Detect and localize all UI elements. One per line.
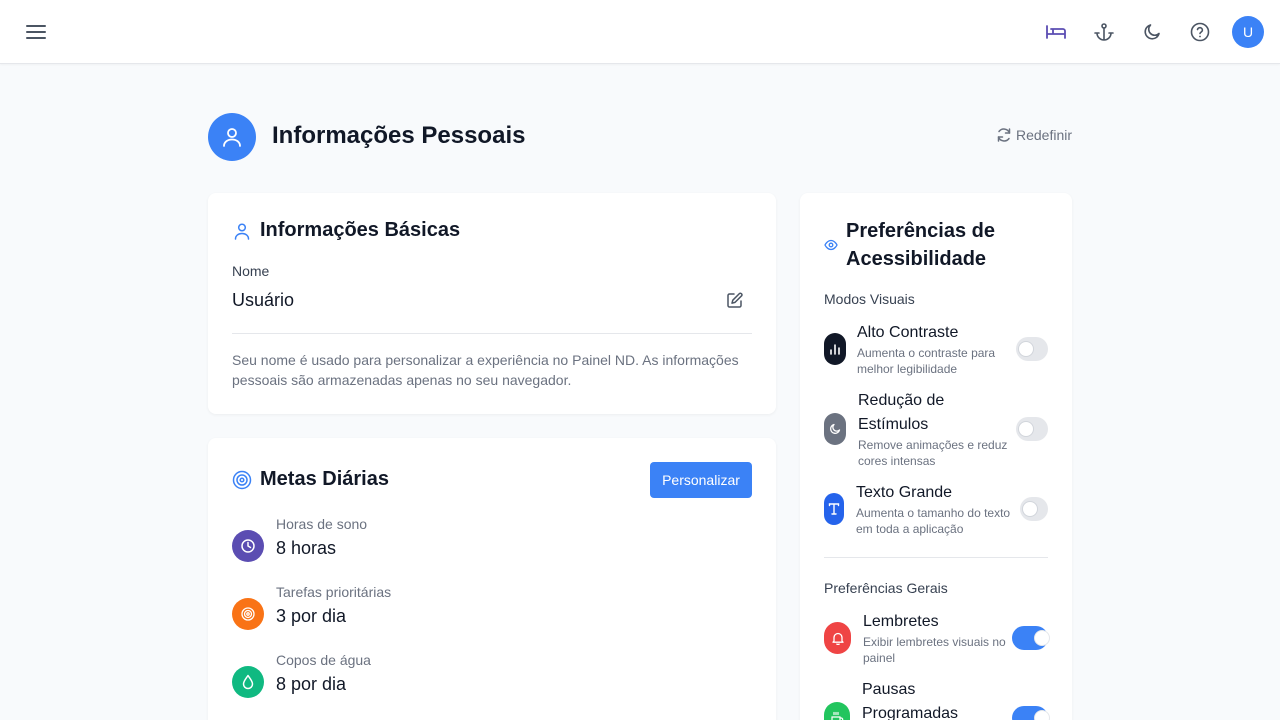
goal-value: 8 horas bbox=[276, 538, 337, 558]
pref-title: Texto Grande bbox=[856, 484, 953, 501]
eye-icon bbox=[824, 239, 838, 251]
clock-icon bbox=[232, 530, 264, 562]
goal-water: Copos de água 8 por dia bbox=[232, 652, 532, 702]
goal-label: Copos de água bbox=[276, 652, 371, 668]
basic-info-card: Informações Básicas Nome Usuário Seu nom… bbox=[208, 193, 776, 414]
goal-value: 8 por dia bbox=[276, 674, 347, 694]
edit-icon bbox=[727, 292, 743, 308]
target-icon bbox=[232, 470, 252, 490]
pref-title: Lembretes bbox=[863, 613, 939, 630]
goal-sleep: Horas de sono 8 horas bbox=[232, 516, 532, 566]
bell-icon bbox=[824, 622, 851, 654]
user-icon bbox=[232, 221, 252, 241]
pref-large-text: Texto Grande Aumenta o tamanho do texto … bbox=[824, 481, 1048, 541]
scheduled-breaks-toggle[interactable] bbox=[1012, 706, 1050, 720]
customize-goals-button[interactable]: Personalizar bbox=[650, 462, 752, 498]
accessibility-card: Preferências de Acessibilidade Modos Vis… bbox=[800, 193, 1072, 720]
page-title: Informações Pessoais bbox=[272, 122, 526, 149]
menu-icon bbox=[26, 25, 46, 39]
pref-reminders: Lembretes Exibir lembretes visuais no pa… bbox=[824, 610, 1050, 670]
accessibility-title: Preferências de Acessibilidade bbox=[846, 217, 995, 273]
reset-button[interactable]: Redefinir bbox=[996, 127, 1072, 143]
accessibility-title-line2: Acessibilidade bbox=[846, 248, 987, 270]
page-header-badge bbox=[208, 113, 256, 161]
accessibility-title-line1: Preferências de bbox=[846, 220, 995, 242]
divider bbox=[824, 557, 1048, 558]
bar-chart-icon bbox=[824, 333, 846, 365]
dark-mode-button[interactable] bbox=[1136, 16, 1168, 48]
basic-info-title: Informações Básicas bbox=[260, 219, 461, 241]
daily-goals-card: Metas Diárias Personalizar Horas de sono… bbox=[208, 438, 776, 720]
reminders-toggle[interactable] bbox=[1012, 626, 1050, 650]
top-icons: U bbox=[1040, 8, 1264, 56]
general-preferences-label: Preferências Gerais bbox=[824, 580, 948, 596]
sleep-mode-button[interactable] bbox=[1040, 16, 1072, 48]
pref-title: Alto Contraste bbox=[857, 324, 959, 341]
pref-description: Remove animações e reduz cores intensas bbox=[858, 438, 1008, 468]
goal-value: 3 por dia bbox=[276, 606, 347, 626]
high-contrast-toggle[interactable] bbox=[1016, 337, 1048, 361]
anchor-icon bbox=[1094, 23, 1114, 41]
pref-reduced-stimuli: Redução de Estímulos Remove animações e … bbox=[824, 389, 1048, 469]
large-text-toggle[interactable] bbox=[1020, 497, 1048, 521]
user-icon bbox=[223, 128, 241, 147]
goal-label: Horas de sono bbox=[276, 516, 368, 532]
name-label: Nome bbox=[232, 263, 270, 279]
moon-icon bbox=[824, 413, 846, 445]
refresh-icon bbox=[997, 128, 1011, 142]
page-header: Informações Pessoais Redefinir bbox=[208, 113, 1072, 161]
name-help-text: Seu nome é usado para personalizar a exp… bbox=[232, 352, 739, 388]
type-icon bbox=[824, 493, 844, 525]
top-bar: U bbox=[0, 0, 1280, 64]
reduced-stimuli-toggle[interactable] bbox=[1016, 417, 1048, 441]
target-icon bbox=[232, 598, 264, 630]
coffee-icon bbox=[824, 702, 850, 720]
name-value: Usuário bbox=[232, 290, 295, 310]
goal-tasks: Tarefas prioritárias 3 por dia bbox=[232, 584, 532, 634]
pref-description: Aumenta o tamanho do texto em toda a apl… bbox=[856, 506, 1011, 536]
goal-label: Tarefas prioritárias bbox=[276, 584, 392, 600]
moon-icon bbox=[1144, 24, 1160, 40]
pref-title: Pausas Programadas bbox=[862, 681, 959, 720]
pref-description: Aumenta o contraste para melhor legibili… bbox=[857, 346, 996, 376]
pref-title: Redução de Estímulos bbox=[858, 392, 945, 433]
menu-button[interactable] bbox=[20, 16, 52, 48]
pref-high-contrast: Alto Contraste Aumenta o contraste para … bbox=[824, 321, 1048, 381]
pref-description: Exibir lembretes visuais no painel bbox=[863, 635, 1006, 665]
visual-modes-label: Modos Visuais bbox=[824, 291, 915, 307]
daily-goals-title: Metas Diárias bbox=[260, 468, 389, 490]
bed-icon bbox=[1046, 25, 1066, 39]
pref-scheduled-breaks: Pausas Programadas bbox=[824, 678, 1050, 720]
user-avatar[interactable]: U bbox=[1232, 16, 1264, 48]
edit-name-button[interactable] bbox=[726, 291, 746, 311]
help-button[interactable] bbox=[1184, 16, 1216, 48]
divider bbox=[232, 333, 752, 334]
droplet-icon bbox=[232, 666, 264, 698]
focus-mode-button[interactable] bbox=[1088, 16, 1120, 48]
reset-label: Redefinir bbox=[1015, 127, 1072, 143]
help-icon bbox=[1190, 22, 1210, 42]
